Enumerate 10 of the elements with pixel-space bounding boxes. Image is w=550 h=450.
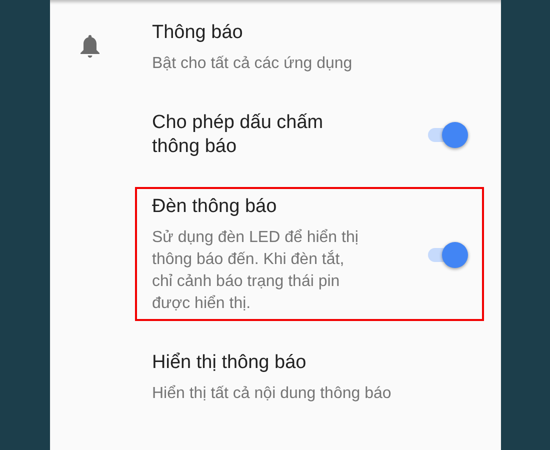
setting-title: Thông báo [152, 21, 244, 45]
setting-description: Sử dụng đèn LED để hiển thị thông báo đến. Khi đèn tắt, chỉ cảnh báo trạng thái pin được hiển thị. [152, 228, 360, 314]
setting-title: Hiển thị thông báo [152, 351, 308, 375]
toggle-switch[interactable] [426, 121, 470, 149]
setting-description: Hiển thị tất cả nội dung thông báo [152, 384, 392, 404]
setting-title: Cho phép dấu chấm thông báo [152, 111, 324, 159]
toggle-switch[interactable] [426, 241, 470, 269]
bell-icon [80, 35, 100, 59]
setting-title: Đèn thông báo [152, 195, 278, 219]
setting-description: Bật cho tất cả các ứng dụng [152, 54, 354, 74]
